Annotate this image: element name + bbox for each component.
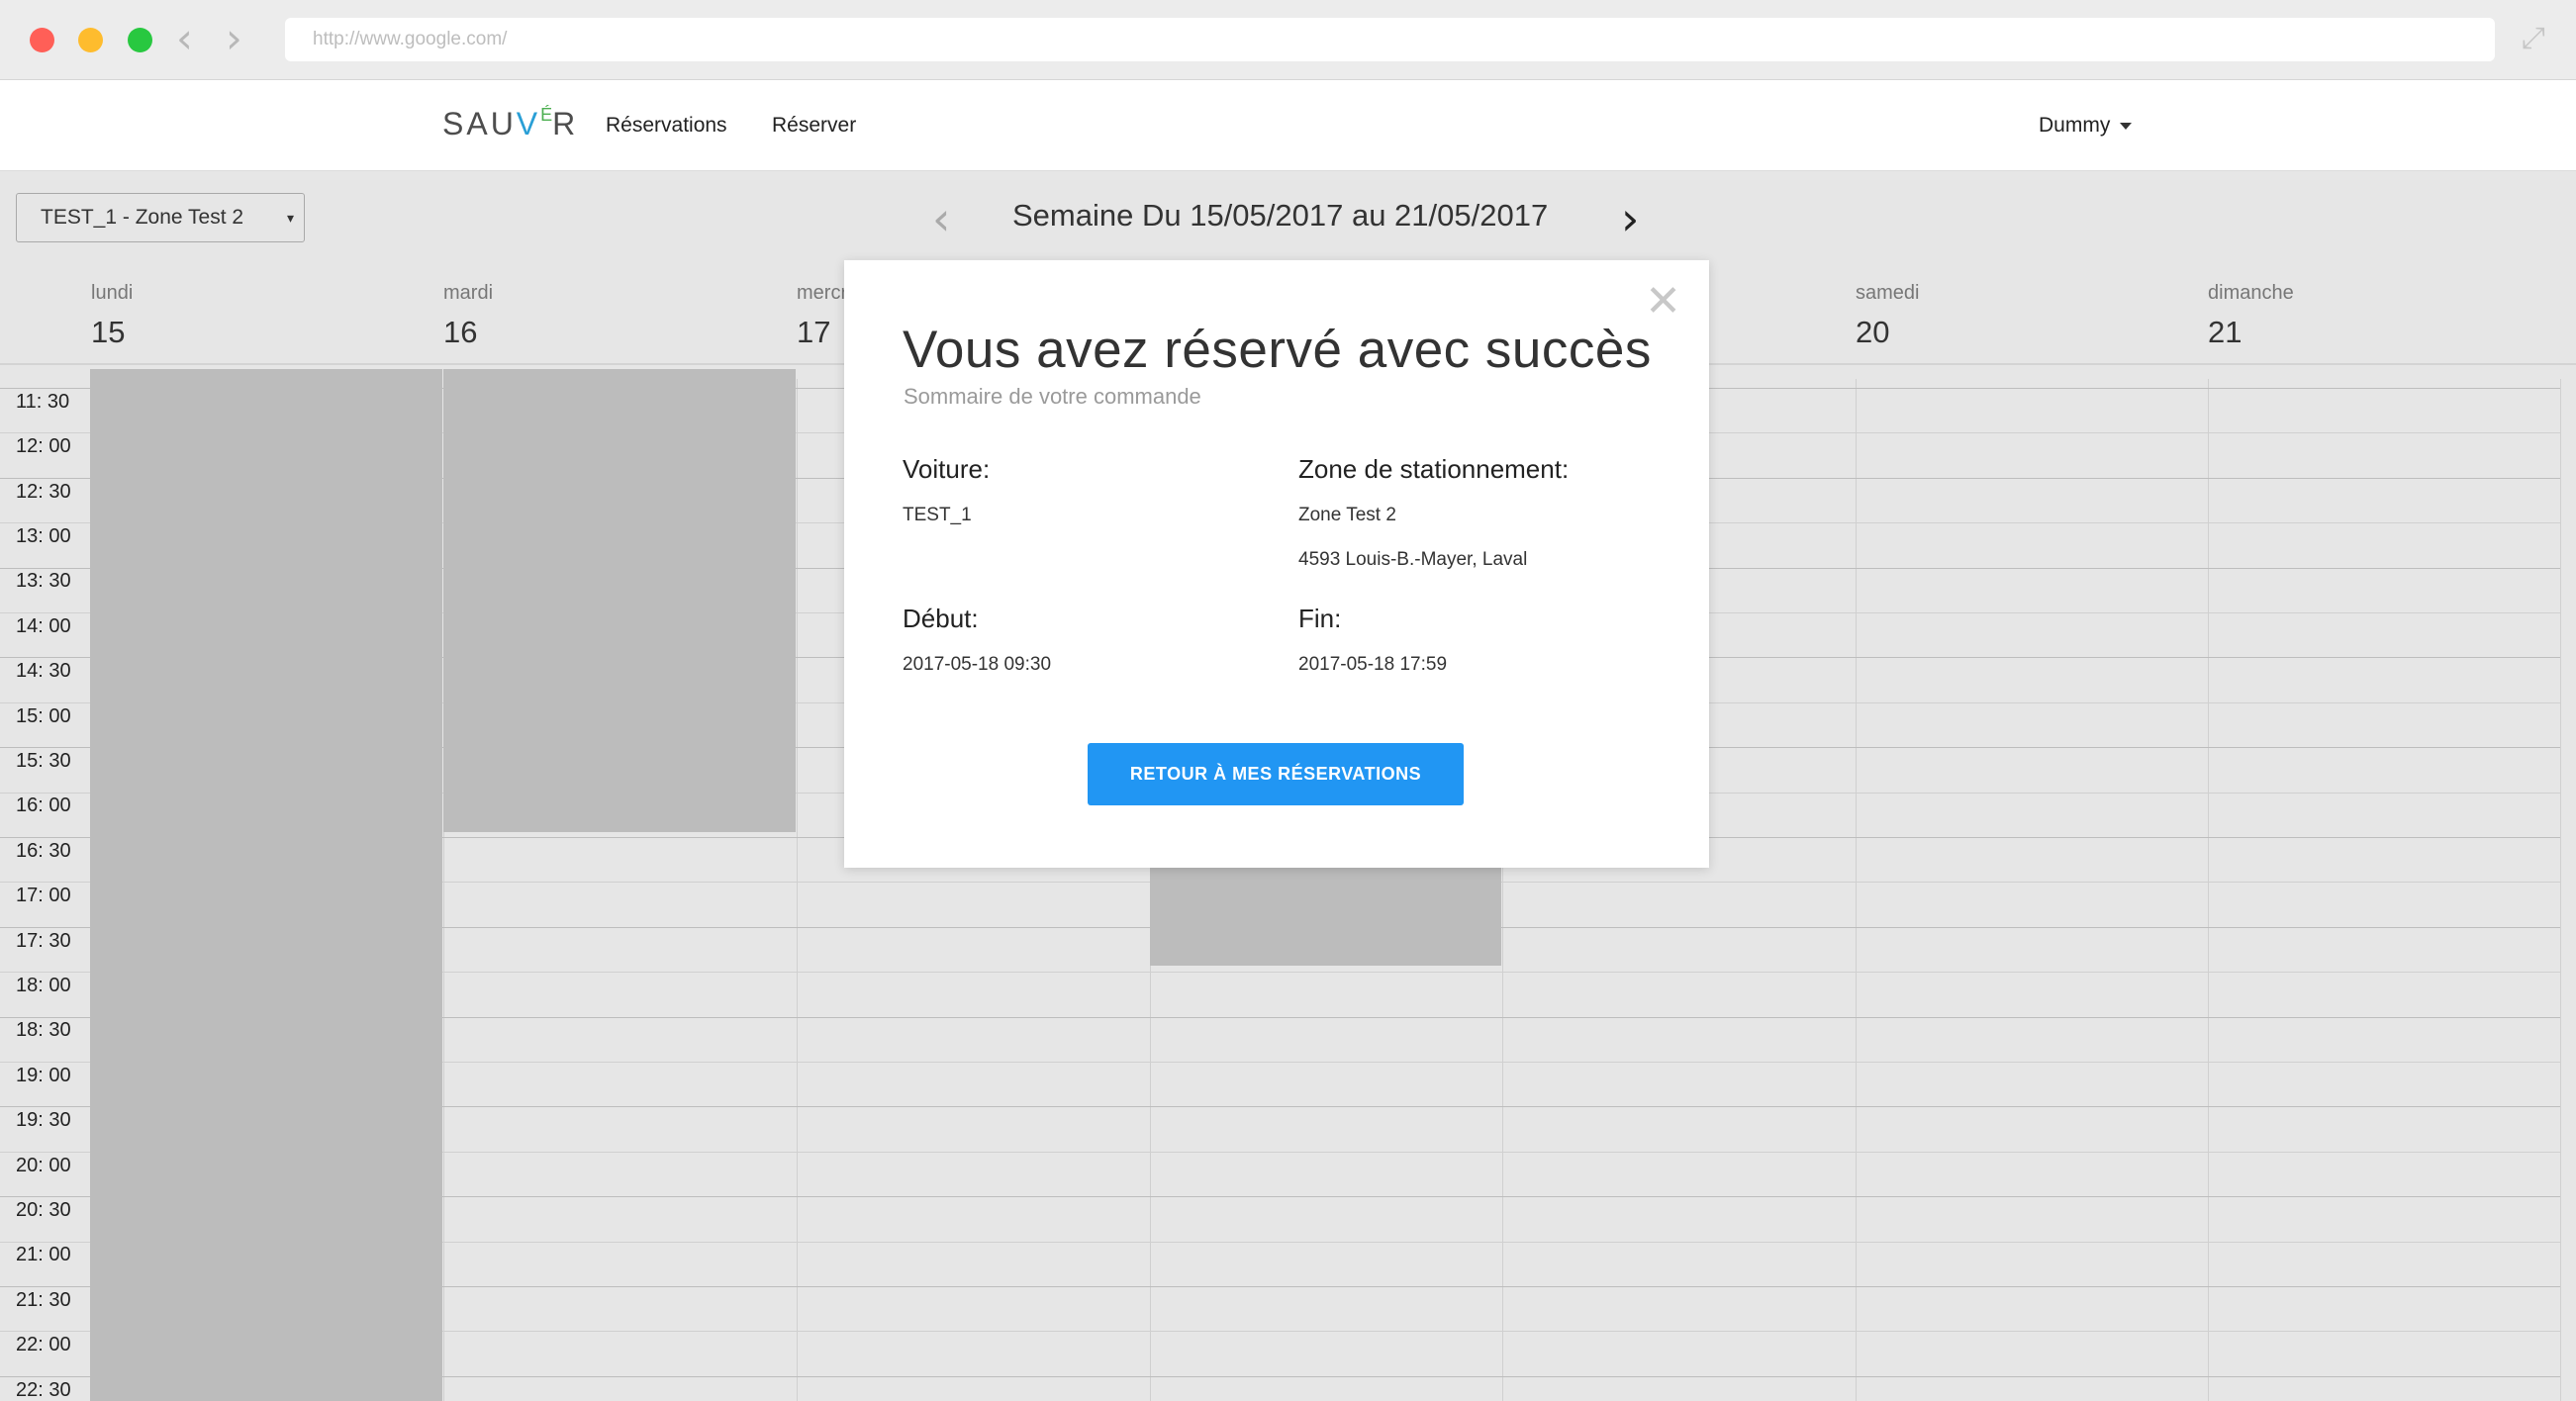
sauver-logo[interactable]: SAUVÉR: [442, 105, 579, 142]
time-label: 22: 30: [16, 1378, 71, 1401]
time-label: 19: 00: [16, 1064, 71, 1086]
forward-arrow-icon[interactable]: ›: [226, 16, 242, 61]
time-label: 18: 30: [16, 1019, 71, 1042]
reserved-slot-lundi[interactable]: [90, 369, 442, 1401]
day-name: mardi: [443, 282, 494, 304]
logo-accent: É: [540, 105, 553, 125]
day-name: lundi: [91, 282, 134, 304]
maximize-window-icon[interactable]: [128, 28, 152, 52]
nav-reserver[interactable]: Réserver: [772, 114, 856, 138]
time-label: 14: 30: [16, 660, 71, 683]
close-icon[interactable]: ✕: [1645, 280, 1681, 324]
modal-subtitle: Sommaire de votre commande: [904, 384, 1201, 409]
time-label: 11: 30: [16, 390, 70, 413]
day-header-samedi: samedi 20: [1856, 282, 1919, 350]
logo-text-end: R: [552, 106, 579, 141]
time-label: 19: 30: [16, 1109, 71, 1132]
day-name: samedi: [1856, 282, 1920, 304]
time-label: 12: 00: [16, 435, 71, 458]
zone-label: Zone de stationnement:: [1298, 454, 1570, 484]
modal-title: Vous avez réservé avec succès: [903, 321, 1652, 379]
time-label: 17: 00: [16, 885, 71, 907]
app-header: SAUVÉR Réservations Réserver Dummy: [0, 80, 2576, 171]
next-week-icon[interactable]: ›: [1621, 194, 1639, 243]
close-window-icon[interactable]: [30, 28, 54, 52]
user-name: Dummy: [2039, 114, 2111, 137]
previous-week-icon[interactable]: ‹: [932, 194, 950, 243]
grid-column-line: [797, 379, 798, 1401]
time-label: 14: 00: [16, 614, 71, 637]
time-label: 22: 00: [16, 1334, 71, 1356]
success-modal: ✕ Vous avez réservé avec succès Sommaire…: [844, 260, 1709, 868]
start-value: 2017-05-18 09:30: [903, 654, 1052, 675]
zone-address: 4593 Louis-B.-Mayer, Laval: [1298, 549, 1528, 570]
time-label: 12: 30: [16, 480, 71, 503]
browser-chrome: ‹ › http://www.google.com/ ⤢: [0, 0, 2576, 80]
day-header-dimanche: dimanche 21: [2208, 282, 2294, 350]
time-label: 21: 00: [16, 1244, 71, 1266]
logo-text-start: SAU: [442, 106, 517, 141]
time-label: 17: 30: [16, 929, 71, 952]
select-arrow-icon: ▾: [286, 210, 294, 226]
back-arrow-icon[interactable]: ‹: [176, 16, 193, 61]
day-header-lundi: lundi 15: [91, 282, 133, 350]
zone-name: Zone Test 2: [1298, 505, 1396, 525]
caret-down-icon: [2120, 122, 2133, 130]
time-label: 20: 00: [16, 1154, 71, 1176]
grid-column-line: [1856, 379, 1857, 1401]
expand-icon[interactable]: ⤢: [2522, 24, 2551, 53]
day-number: 20: [1856, 315, 1890, 349]
time-label: 20: 30: [16, 1198, 71, 1221]
day-name: dimanche: [2208, 282, 2294, 304]
reserved-slot-mardi[interactable]: [443, 369, 796, 832]
time-label: 15: 00: [16, 704, 71, 727]
minimize-window-icon[interactable]: [78, 28, 103, 52]
time-label: 13: 00: [16, 524, 71, 547]
start-label: Début:: [903, 604, 979, 633]
logo-v: V: [516, 106, 541, 141]
time-label: 21: 30: [16, 1288, 71, 1311]
time-label: 13: 30: [16, 570, 71, 593]
day-number: 21: [2208, 315, 2242, 349]
time-label: 18: 00: [16, 974, 71, 996]
nav-reservations[interactable]: Réservations: [606, 114, 727, 138]
time-label: 16: 00: [16, 794, 71, 817]
day-number: 16: [443, 315, 478, 349]
car-label: Voiture:: [903, 454, 991, 484]
end-value: 2017-05-18 17:59: [1298, 654, 1448, 675]
time-label: 16: 30: [16, 839, 71, 862]
car-value: TEST_1: [903, 505, 972, 525]
day-header-mardi: mardi 16: [443, 282, 493, 350]
user-menu[interactable]: Dummy: [2039, 114, 2133, 138]
grid-column-line: [2208, 379, 2209, 1401]
grid-column-line: [2560, 379, 2561, 1401]
time-label: 15: 30: [16, 749, 71, 772]
end-label: Fin:: [1298, 604, 1342, 633]
back-to-reservations-button[interactable]: RETOUR À MES RÉSERVATIONS: [1088, 743, 1464, 805]
select-value: TEST_1 - Zone Test 2: [41, 206, 244, 229]
url-bar[interactable]: http://www.google.com/: [285, 18, 2495, 61]
vehicle-zone-select[interactable]: TEST_1 - Zone Test 2 ▾: [16, 193, 305, 242]
day-number: 15: [91, 315, 126, 349]
week-title: Semaine Du 15/05/2017 au 21/05/2017: [1012, 198, 1549, 233]
